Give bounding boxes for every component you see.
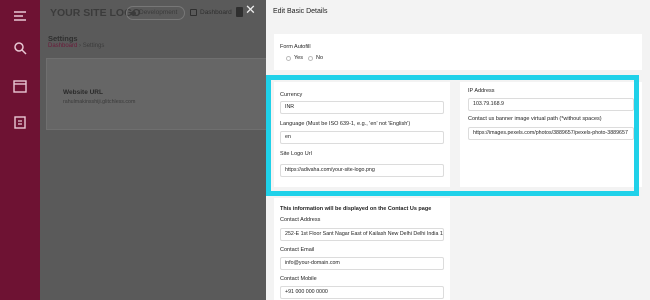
clipboard-icon[interactable] (12, 114, 28, 130)
radio-label-no: No (316, 55, 324, 61)
drawer-title: Edit Basic Details (273, 8, 328, 15)
search-icon[interactable] (12, 40, 28, 56)
breadcrumb: Dashboard › Settings (48, 43, 104, 49)
trash-icon[interactable] (236, 7, 243, 17)
contact-mobile-input[interactable]: +91 000 000 0000 (280, 286, 444, 299)
breadcrumb-current: Settings (82, 43, 105, 49)
contact-email-label: Contact Email (280, 247, 315, 253)
calendar-icon[interactable] (12, 78, 28, 94)
website-url-card[interactable]: Website URL rahulmakinsshiji.glitchless.… (46, 58, 286, 130)
contact-address-label: Contact Address (280, 217, 321, 223)
contact-mobile-label: Contact Mobile (280, 276, 317, 282)
highlight-box (266, 75, 639, 196)
breadcrumb-separator: › (79, 43, 82, 49)
breadcrumb-dashboard[interactable]: Dashboard (48, 43, 77, 49)
environment-badge[interactable]: Development (126, 6, 186, 20)
dashboard-icon (190, 9, 197, 16)
contact-section: This information will be displayed on th… (274, 198, 450, 300)
form-autofill-label: Form Autofill (280, 44, 311, 50)
form-autofill-section: Form Autofill Yes No (274, 34, 642, 70)
form-autofill-no[interactable]: No (308, 55, 323, 61)
radio-icon[interactable] (308, 56, 313, 61)
contact-note: This information will be displayed on th… (280, 206, 432, 212)
dashboard-link-label: Dashboard (200, 9, 232, 16)
sidebar-rail (0, 0, 40, 300)
card-title: Website URL (63, 89, 103, 96)
close-drawer-button[interactable]: ✕ (245, 3, 256, 17)
radio-icon[interactable] (286, 56, 291, 61)
page-title: Settings (48, 34, 78, 43)
card-subtitle: rahulmakinsshiji.glitchless.com (63, 99, 136, 105)
dashboard-link[interactable]: Dashboard (190, 9, 232, 16)
status-dot-icon (131, 11, 136, 16)
radio-label-yes: Yes (294, 55, 303, 61)
contact-address-input[interactable]: 252-E 1st Floor Sant Nagar East of Kaila… (280, 228, 444, 241)
form-autofill-yes[interactable]: Yes (286, 55, 303, 61)
contact-email-input[interactable]: info@your-domain.com (280, 257, 444, 270)
menu-icon[interactable] (12, 8, 28, 24)
environment-badge-label: Development (139, 9, 178, 16)
